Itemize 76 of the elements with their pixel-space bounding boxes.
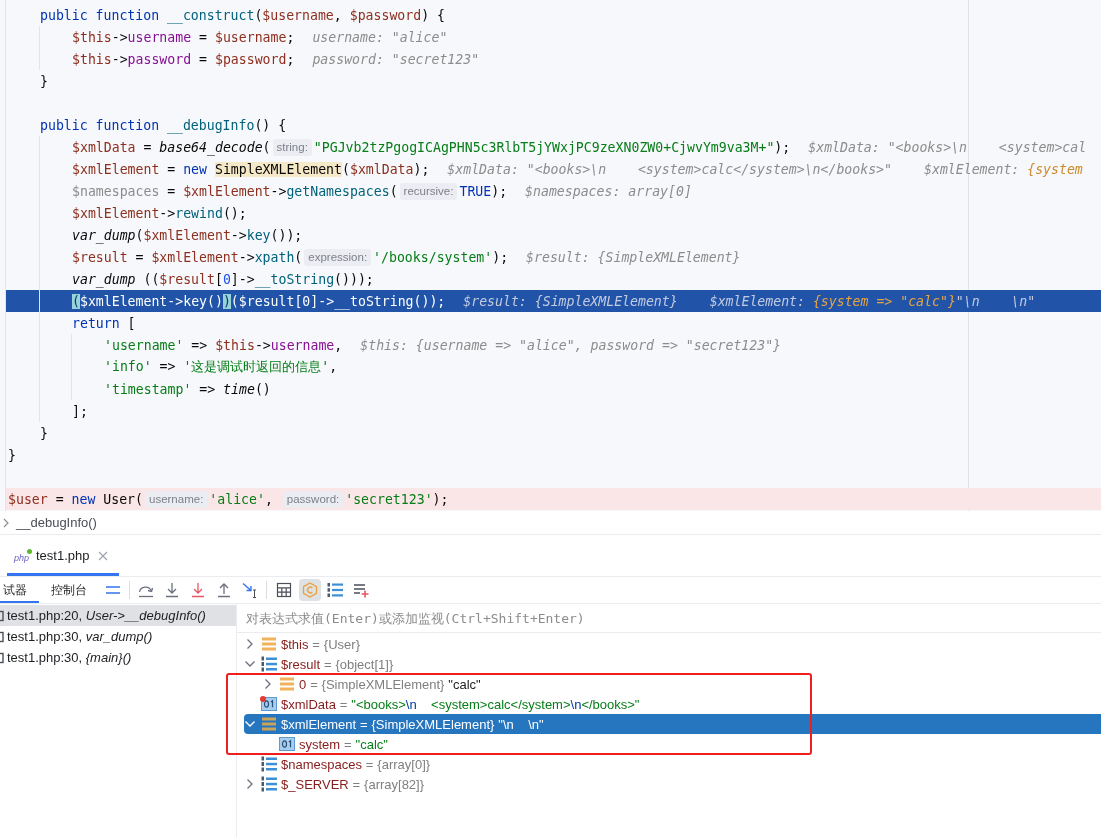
binary-tile-icon: [279, 736, 295, 752]
inline-value-hint: $xmlData: "<books>\n <system>calc</system>\n</books>": [447, 161, 892, 177]
code-text: TRUE);: [459, 183, 508, 199]
numbered-list-icon: [261, 776, 277, 792]
code-text: }: [40, 73, 48, 89]
stacked-bars-icon: [279, 676, 295, 692]
parameter-hint: expression:: [304, 248, 372, 266]
down-arrow-icon[interactable]: [190, 582, 206, 598]
cursor-arrow-icon[interactable]: [242, 582, 258, 598]
code-text: return [: [72, 315, 136, 331]
code-text: }: [8, 447, 16, 463]
stack-frame-row[interactable]: test1.php:20, User->__debugInfo(): [0, 605, 236, 626]
numbered-list-icon: [261, 656, 277, 672]
variable-row[interactable]: $xmlElement = {SimpleXMLElement} "\n \n": [244, 714, 1101, 734]
bracket-icon: [0, 651, 4, 664]
parameter-hint: recursive:: [399, 182, 458, 200]
numbered-list-icon: [261, 756, 277, 772]
stacked-bars-icon: [261, 636, 277, 652]
inline-value-hint: $result: {SimpleXMLElement}: [463, 293, 678, 309]
code-text: $xmlElement->rewind();: [72, 205, 247, 221]
code-text: 'username' => $this->username,: [104, 337, 343, 353]
chevron-right-icon: [2, 517, 10, 528]
inline-value-hint: password: "secret123": [312, 51, 480, 67]
code-text: $result = $xmlElement->xpath(: [72, 249, 303, 265]
parameter-hint: username:: [145, 490, 208, 508]
variable-row[interactable]: 0 = {SimpleXMLElement} "calc": [244, 676, 485, 692]
inline-value-hint: $xmlElement: {system: [924, 161, 1083, 177]
inline-value-hint: $this: {username => "alice", password => "secret123"}: [360, 337, 782, 353]
stack-frame-row[interactable]: test1.php:30, {main}(): [0, 647, 236, 668]
code-text: ($xmlElement->key())($result[0]->__toString());: [72, 293, 446, 309]
stacked-bars-icon: [261, 716, 277, 732]
grid-icon: [276, 582, 292, 598]
code-text: 'info' => '这是调试时返回的信息',: [104, 358, 338, 376]
code-text: var_dump (($result[0]->__toString()));: [72, 271, 374, 287]
variable-row[interactable]: $_SERVER = {array[82]}: [244, 776, 429, 792]
code-text: }: [40, 425, 48, 441]
inline-value-hint: $xmlData: "<books>\n <system>cal: [808, 139, 1087, 155]
toggle-button[interactable]: [299, 579, 321, 601]
debugger-tab[interactable]: 试器: [0, 577, 39, 603]
variable-row[interactable]: system = "calc": [244, 736, 392, 752]
code-text: var_dump($xmlElement->key());: [72, 227, 303, 243]
code-text: $this->password = $password;: [72, 51, 295, 67]
code-text: $this->username = $username;: [72, 29, 295, 45]
parameter-hint: string:: [272, 138, 312, 156]
code-text: 'timestamp' => time(): [104, 381, 271, 397]
down-arrow-icon[interactable]: [164, 582, 180, 598]
variable-row[interactable]: $xmlData = "<books>\n <system>calc</system>\n</books>": [244, 696, 644, 712]
variable-row[interactable]: $this = {User}: [244, 636, 364, 652]
code-text: 'alice',: [209, 491, 274, 507]
close-icon[interactable]: [97, 550, 108, 561]
bracket-icon: [0, 609, 4, 622]
bracket-icon: [0, 630, 4, 643]
stack-frame-row[interactable]: test1.php:30, var_dump(): [0, 626, 236, 647]
code-text: $user = new User(: [8, 491, 143, 507]
parameter-hint: password:: [282, 490, 344, 508]
list-plus-icon[interactable]: [353, 582, 369, 598]
debugger-tab[interactable]: 控制台: [39, 577, 99, 603]
hexagon-icon: [302, 582, 318, 598]
code-text: public function __debugInfo() {: [40, 117, 287, 133]
inline-value-hint: username: "alice": [312, 29, 448, 45]
code-text: 'secret123');: [345, 491, 449, 507]
code-text: ];: [72, 403, 88, 419]
code-text: $namespaces = $xmlElement->getNamespaces(: [72, 183, 398, 199]
inline-value-hint: $result: {SimpleXMLElement}: [526, 249, 741, 265]
code-text: '/books/system');: [373, 249, 509, 265]
code-text: "PGJvb2tzPgogICAgPHN5c3RlbT5jYWxjPC9zeXN0ZW0+CjwvYm9va3M+");: [313, 139, 791, 155]
code-text: $xmlData = base64_decode(: [72, 139, 271, 155]
inline-value-hint: $xmlElement: {system => "calc"}"\n \n": [709, 293, 1036, 309]
variable-row[interactable]: $namespaces = {array[0]}: [244, 756, 435, 772]
code-text: $xmlElement = new SimpleXMLElement($xmlData);: [72, 161, 430, 177]
up-arrow-icon[interactable]: [216, 582, 232, 598]
inline-value-hint: $namespaces: array[0]: [525, 183, 692, 199]
breadcrumb-item[interactable]: __debugInfo(): [16, 515, 97, 530]
variable-row[interactable]: $result = {object[1]}: [244, 656, 398, 672]
numbered-list-icon: [327, 582, 343, 598]
code-text: public function __construct($username, $password) {: [40, 7, 445, 23]
